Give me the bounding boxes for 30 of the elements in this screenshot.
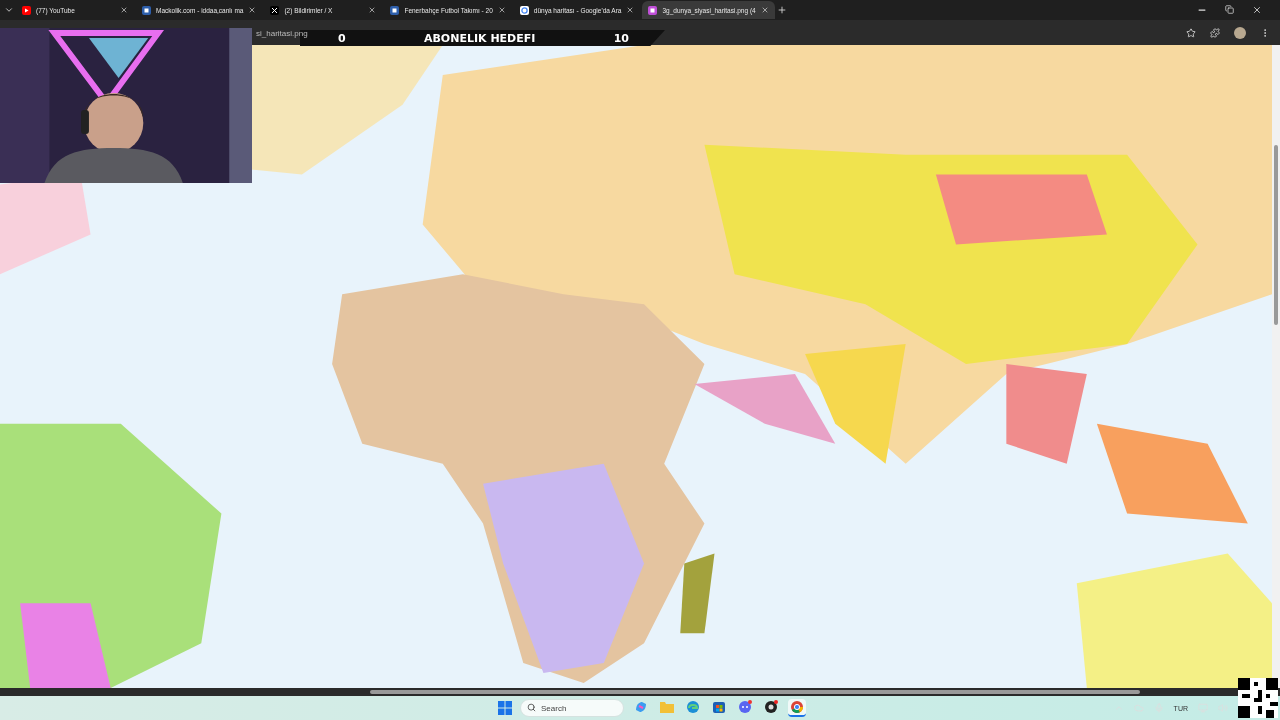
goal-target: 10 bbox=[613, 31, 629, 45]
close-icon[interactable] bbox=[760, 6, 769, 14]
close-icon[interactable] bbox=[248, 6, 257, 14]
url-text: si_haritasi.png bbox=[256, 29, 308, 38]
close-icon[interactable] bbox=[626, 6, 635, 14]
restore-button[interactable] bbox=[1225, 5, 1234, 15]
chrome-icon[interactable] bbox=[788, 699, 806, 717]
close-icon[interactable] bbox=[368, 6, 377, 14]
qr-code-icon bbox=[1238, 678, 1278, 718]
scrollbar-thumb[interactable] bbox=[370, 690, 1140, 694]
search-field[interactable]: Search bbox=[520, 699, 624, 717]
goal-title: ABONELIK HEDEFI bbox=[423, 31, 536, 45]
new-tab-button[interactable] bbox=[776, 5, 787, 15]
close-icon[interactable] bbox=[120, 6, 128, 14]
goal-count: 0 bbox=[338, 31, 346, 45]
extensions-icon[interactable] bbox=[1210, 27, 1220, 38]
bookmark-star-icon[interactable] bbox=[1186, 27, 1196, 38]
site-icon bbox=[142, 5, 151, 15]
site-icon bbox=[390, 5, 400, 15]
image-icon bbox=[648, 5, 658, 15]
close-button[interactable] bbox=[1252, 5, 1262, 15]
start-icon[interactable] bbox=[498, 701, 512, 715]
google-icon bbox=[519, 5, 529, 15]
play-icon bbox=[22, 5, 31, 15]
x-logo-icon bbox=[270, 5, 280, 15]
scrollbar-thumb[interactable] bbox=[1274, 145, 1278, 325]
close-icon[interactable] bbox=[497, 6, 506, 14]
tab-list-button[interactable] bbox=[4, 5, 14, 15]
search-icon bbox=[527, 703, 536, 712]
profile-avatar[interactable] bbox=[1234, 26, 1246, 39]
